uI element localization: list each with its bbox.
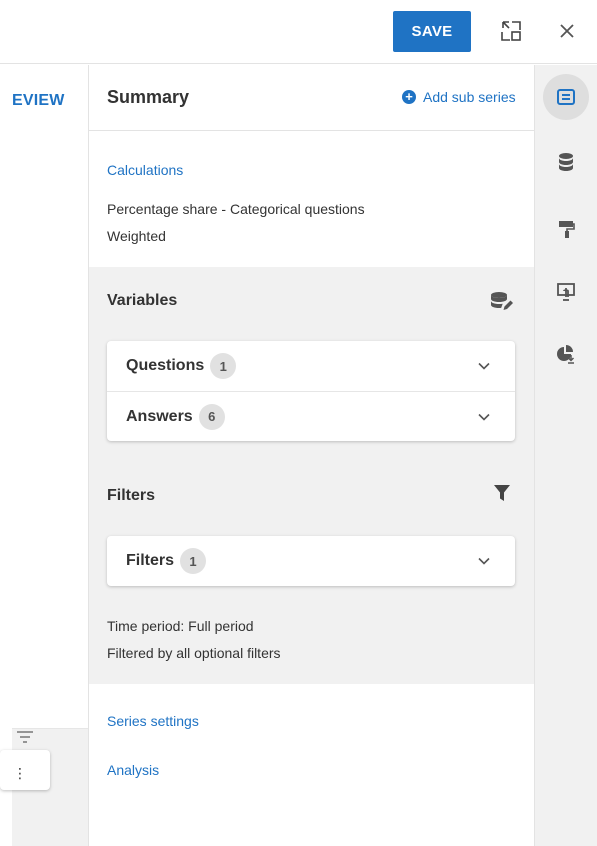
filters-row[interactable]: Filters 1 [107, 536, 515, 586]
collapse-panel-icon[interactable] [500, 20, 522, 42]
time-period-text: Time period: Full period [107, 618, 254, 634]
chevron-down-icon[interactable] [477, 554, 491, 568]
right-icon-rail [534, 65, 597, 846]
presentation-icon [557, 283, 575, 301]
summary-icon [557, 89, 575, 105]
pie-chart-download-icon [557, 345, 575, 364]
rail-style-button[interactable] [543, 206, 589, 252]
rail-summary-button[interactable] [543, 74, 589, 120]
analysis-link[interactable]: Analysis [107, 762, 159, 778]
questions-count-badge: 1 [210, 353, 237, 379]
calculations-link[interactable]: Calculations [107, 162, 183, 178]
close-icon[interactable] [557, 21, 577, 41]
add-sub-series-label: Add sub series [423, 89, 516, 105]
filter-icon[interactable] [493, 484, 511, 502]
calculations-section: Calculations Percentage share - Categori… [89, 132, 535, 268]
chevron-down-icon[interactable] [477, 410, 491, 424]
variables-heading: Variables [107, 292, 178, 309]
add-sub-series-button[interactable]: + Add sub series [402, 89, 516, 105]
variables-filters-section: Variables Questions 1 Answers 6 Filters … [89, 267, 535, 684]
variables-card: Questions 1 Answers 6 [107, 341, 515, 441]
rail-export-button[interactable] [543, 331, 589, 377]
plus-circle-icon: + [402, 90, 416, 104]
left-pane: EVIEW [0, 65, 88, 846]
summary-panel: Summary + Add sub series Calculations Pe… [88, 65, 535, 846]
filters-count-badge: 1 [180, 548, 207, 574]
answers-label: Answers [126, 407, 193, 425]
database-edit-icon[interactable] [489, 289, 513, 313]
filtered-by-text: Filtered by all optional filters [107, 645, 281, 661]
panel-header: Summary + Add sub series [89, 65, 535, 131]
calculation-weighting: Weighted [107, 228, 166, 244]
chart-editor: SAVE EVIEW ⋮ Summary + Add sub series Ca… [0, 0, 597, 846]
sort-lines-icon[interactable] [16, 730, 34, 744]
chevron-down-icon[interactable] [477, 359, 491, 373]
series-settings-link[interactable]: Series settings [107, 713, 199, 729]
filters-label: Filters [126, 552, 175, 569]
answers-row[interactable]: Answers 6 [107, 391, 515, 441]
page-title: Summary [107, 87, 190, 107]
calculation-type: Percentage share - Categorical questions [107, 201, 365, 217]
answers-count-badge: 6 [198, 403, 225, 430]
database-icon [559, 153, 573, 171]
questions-row[interactable]: Questions 1 [107, 341, 515, 391]
filters-heading: Filters [107, 487, 156, 504]
questions-label: Questions [126, 357, 205, 374]
top-bar: SAVE [0, 0, 597, 64]
save-button[interactable]: SAVE [393, 11, 471, 52]
tab-preview[interactable]: EVIEW [12, 92, 65, 110]
more-dots-icon[interactable]: ⋮ [13, 765, 27, 782]
filters-card: Filters 1 [107, 536, 515, 586]
paint-roller-icon [559, 221, 575, 238]
rail-data-button[interactable] [543, 139, 589, 185]
rail-presentation-button[interactable] [543, 269, 589, 315]
